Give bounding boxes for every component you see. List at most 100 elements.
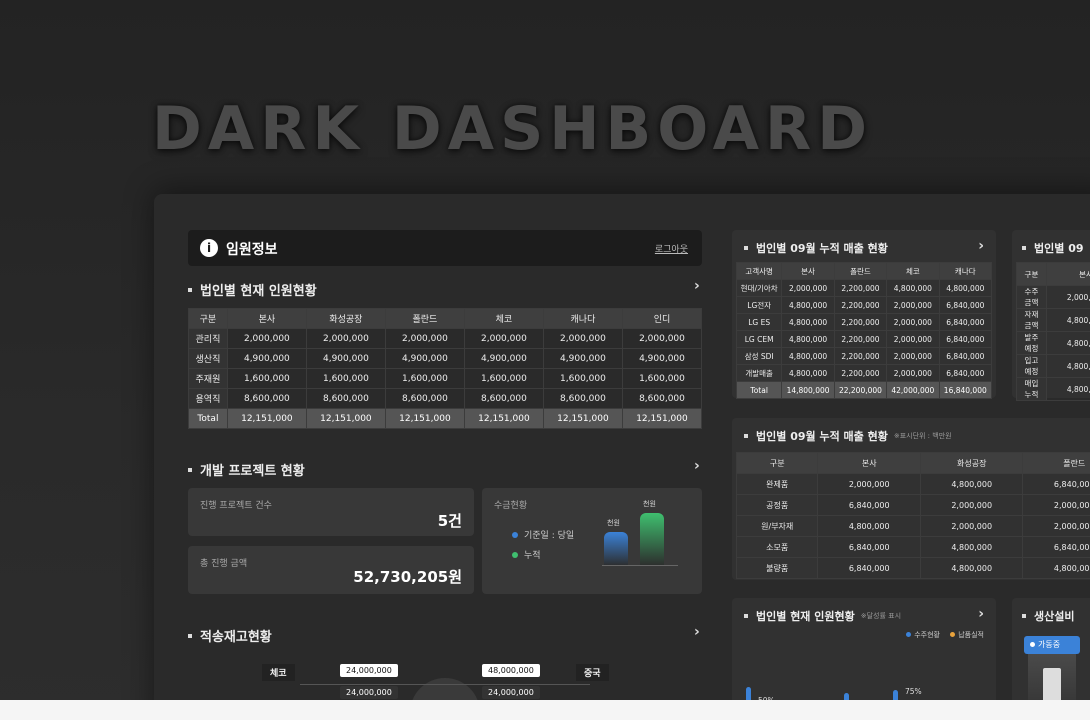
sales-panel-1: 법인별 09월 누적 매출 현황 › 고객사명 본사 폴란드 체코 캐나다 현대/기아차 2… xyxy=(732,230,996,399)
income-bar xyxy=(604,532,628,566)
equipment-title-text: 생산설비 xyxy=(1034,610,1075,623)
table-cell: 12,151,000 xyxy=(305,408,386,429)
table-cell: 4,800,000 xyxy=(886,279,940,297)
table-cell: 발주 예정 xyxy=(1016,331,1047,355)
table-cell: 22,200,000 xyxy=(833,381,888,399)
project-more-chevron-icon[interactable]: › xyxy=(694,458,700,474)
staff-more-chevron-icon[interactable]: › xyxy=(694,278,700,294)
table-row: 삼성 SDI 4,800,000 2,200,000 2,000,000 6,840,0… xyxy=(735,347,993,365)
table-cell: 2,000,000 xyxy=(226,328,307,349)
table-row: LG전자 4,800,000 2,200,000 2,000,000 6,840,000 xyxy=(735,296,993,314)
income-legend: 기준일 : 당일 누적 xyxy=(512,528,574,561)
table-cell: 4,900,000 xyxy=(226,348,307,369)
income-bar-chart: 천원 천원 xyxy=(602,500,692,580)
table-cell: 1,600,000 xyxy=(463,368,544,389)
column-header: 폴란드 xyxy=(384,308,465,329)
partial-title: 법인별 09 xyxy=(1022,240,1084,256)
table-cell: 개발매출 xyxy=(735,364,783,382)
table-cell: 4,900,000 xyxy=(305,348,386,369)
table-cell: 소모품 xyxy=(735,536,819,558)
table-cell: 2,000,000 xyxy=(781,279,835,297)
table-cell: 14,800,000 xyxy=(781,381,835,399)
sales1-title-text: 법인별 09월 누적 매출 현황 xyxy=(756,242,888,255)
table-cell: 관리직 xyxy=(188,328,228,349)
table-cell: 6,840,000 xyxy=(938,313,993,331)
table-cell: 4,800,000 xyxy=(781,296,835,314)
sales1-chevron-icon[interactable]: › xyxy=(978,238,984,254)
table-cell: 4,800,000 xyxy=(1045,331,1090,355)
bottom-strip xyxy=(0,700,1090,720)
project-title-text: 개발 프로젝트 현황 xyxy=(200,464,305,479)
stock-left-label: 체코 xyxy=(262,664,295,681)
table-row: 발주 예정4,800,000 xyxy=(1016,331,1090,355)
table-cell: 1,600,000 xyxy=(621,368,703,389)
table-cell: 6,840,000 xyxy=(817,536,921,558)
table-cell: 4,800,000 xyxy=(1022,557,1090,579)
table-cell: 6,840,000 xyxy=(938,296,993,314)
table-row: 완제품2,000,0004,800,0006,840,000 xyxy=(735,473,1090,495)
table-cell: Total xyxy=(188,408,228,429)
sales2-title-text: 법인별 09월 누적 매출 현황 xyxy=(756,430,888,443)
table-cell: 1,600,000 xyxy=(542,368,623,389)
table-cell: 현대/기아차 xyxy=(735,279,783,297)
table-cell: 주재원 xyxy=(188,368,228,389)
logout-link[interactable]: 로그아웃 xyxy=(655,242,688,255)
table-cell: 6,840,000 xyxy=(938,330,993,348)
table-cell: 불량품 xyxy=(735,557,819,579)
project-amount-label: 총 진행 금액 xyxy=(200,559,248,569)
rate-label: 75% xyxy=(905,687,922,696)
flow-line xyxy=(300,684,590,685)
legend-delivery: 납품실적 xyxy=(958,631,984,639)
table-cell: 2,000,000 xyxy=(305,328,386,349)
table-cell: 4,800,000 xyxy=(781,330,835,348)
table-cell: 원/부자재 xyxy=(735,515,819,537)
table-cell: 4,800,000 xyxy=(1045,354,1090,378)
column-header: 구분 xyxy=(188,308,228,329)
project-count-value: 5건 xyxy=(437,512,462,530)
table-cell: 4,900,000 xyxy=(542,348,623,369)
equipment-status-text: 가동중 xyxy=(1038,640,1061,649)
staff-chart-chevron-icon[interactable]: › xyxy=(978,606,984,622)
table-row: 원/부자재4,800,0002,000,0002,000,000 xyxy=(735,515,1090,537)
project-count-card: 진행 프로젝트 건수 5건 xyxy=(188,488,474,536)
table-row: 수주 금액2,000,000 xyxy=(1016,285,1090,309)
table-cell: 2,200,000 xyxy=(833,313,888,331)
table-cell: 2,000,000 xyxy=(542,328,623,349)
table-row: 입고 예정4,800,000 xyxy=(1016,354,1090,378)
stock-tag-1: 24,000,000 xyxy=(340,664,398,677)
stock-tag-4: 24,000,000 xyxy=(482,686,540,699)
table-cell: 2,000,000 xyxy=(886,364,940,382)
table-cell: 매입 누적 xyxy=(1016,377,1047,401)
table-row: 주재원 1,600,000 1,600,000 1,600,000 1,600,000 1… xyxy=(188,368,703,389)
sales2-title: 법인별 09월 누적 매출 현황 ※표시단위 : 백만원 xyxy=(744,428,952,444)
table-cell: 2,000,000 xyxy=(886,313,940,331)
table-cell: 완제품 xyxy=(735,473,819,495)
income-card: 수금현황 기준일 : 당일 누적 천원 천원 xyxy=(482,488,702,594)
table-row: 용역직 8,600,000 8,600,000 8,600,000 8,600,000 8… xyxy=(188,388,703,409)
stock-right-label: 중국 xyxy=(576,664,609,681)
table-cell: 2,000,000 xyxy=(886,330,940,348)
table-cell: 6,840,000 xyxy=(938,347,993,365)
table-cell: 2,000,000 xyxy=(1022,515,1090,537)
stock-title-text: 적송재고현황 xyxy=(200,630,272,645)
table-cell: 6,840,000 xyxy=(938,364,993,382)
dashboard-stage: DARK DASHBOARD i 임원정보 로그아웃 법인별 현재 인원현황 ›… xyxy=(0,0,1090,720)
table-cell: 4,900,000 xyxy=(384,348,465,369)
legend-orders: 수주현황 xyxy=(914,631,940,639)
table-cell: 6,840,000 xyxy=(1022,473,1090,495)
table-cell: 8,600,000 xyxy=(463,388,544,409)
table-cell: 4,800,000 xyxy=(1045,377,1090,401)
stock-more-chevron-icon[interactable]: › xyxy=(694,624,700,640)
table-cell: 2,000,000 xyxy=(1022,494,1090,516)
column-header: 화성공장 xyxy=(305,308,386,329)
table-row: Total 14,800,000 22,200,000 42,000,000 16,84… xyxy=(735,381,993,399)
table-row: LG ES 4,800,000 2,200,000 2,000,000 6,840,00… xyxy=(735,313,993,331)
staff-chart-title-text: 법인별 현재 인원현황 xyxy=(756,610,855,623)
staff-chart-title: 법인별 현재 인원현황 ※달성률 표시 xyxy=(744,608,901,624)
table-cell: 8,600,000 xyxy=(226,388,307,409)
sales-panel-2: 법인별 09월 누적 매출 현황 ※표시단위 : 백만원 구분 본사 화성공장 폴란드 완… xyxy=(732,418,1090,580)
project-amount-value: 52,730,205원 xyxy=(353,568,462,586)
table-cell: 1,600,000 xyxy=(226,368,307,389)
table-row: 생산직 4,900,000 4,900,000 4,900,000 4,900,000 4… xyxy=(188,348,703,369)
hero-title: DARK DASHBOARD xyxy=(152,94,874,164)
